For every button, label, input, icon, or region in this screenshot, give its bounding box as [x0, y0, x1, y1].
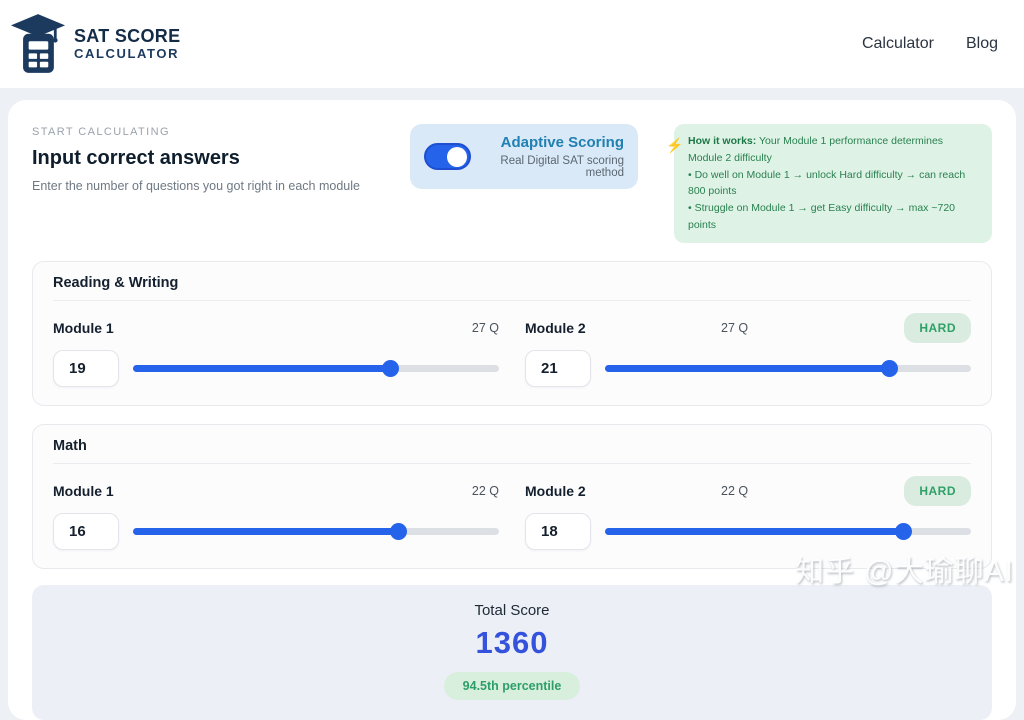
adaptive-scoring-label: Adaptive Scoring: [483, 134, 624, 151]
rw-module-1: Module 1 27 Q: [53, 311, 499, 387]
rw-module-2-input[interactable]: [525, 350, 591, 387]
how-it-works-bullet-2: • Struggle on Module 1 → get Easy diffic…: [688, 200, 980, 234]
section-title: Reading & Writing: [53, 275, 971, 301]
total-score-value: 1360: [32, 625, 992, 661]
percentile-badge: 94.5th percentile: [444, 672, 581, 700]
rw-module-1-input[interactable]: [53, 350, 119, 387]
brand-name: SAT SCORE: [74, 27, 180, 47]
main-nav: Calculator Blog: [862, 35, 998, 53]
slider-track: [605, 365, 971, 372]
rw-module-2: Module 2 27 Q HARD: [525, 311, 971, 387]
slider-fill: [605, 528, 904, 535]
slider-thumb[interactable]: [382, 360, 399, 377]
rw-module-2-slider[interactable]: [605, 359, 971, 377]
adaptive-scoring-sublabel: Real Digital SAT scoring method: [483, 155, 624, 179]
math-module-2-input[interactable]: [525, 513, 591, 550]
slider-track: [605, 528, 971, 535]
slider-thumb[interactable]: [895, 523, 912, 540]
eyebrow-label: START CALCULATING: [32, 126, 374, 138]
question-count: 22 Q: [472, 484, 499, 498]
difficulty-badge: HARD: [904, 313, 971, 343]
difficulty-badge: HARD: [904, 476, 971, 506]
math-module-1: Module 1 22 Q: [53, 474, 499, 550]
section-math: Math Module 1 22 Q Module 2 22: [32, 424, 992, 569]
adaptive-scoring-box: Adaptive Scoring Real Digital SAT scorin…: [410, 124, 638, 189]
module-label: Module 1: [53, 320, 114, 336]
how-it-works-bullet-1: • Do well on Module 1 → unlock Hard diff…: [688, 167, 980, 201]
question-count: 27 Q: [721, 321, 748, 335]
brand-subtitle: CALCULATOR: [74, 47, 180, 61]
slider-fill: [605, 365, 890, 372]
math-module-2: Module 2 22 Q HARD: [525, 474, 971, 550]
lightning-icon: ⚡: [666, 134, 683, 156]
top-header: SAT SCORE CALCULATOR Calculator Blog: [0, 0, 1024, 88]
module-label: Module 2: [525, 483, 586, 499]
slider-track: [133, 365, 499, 372]
question-count: 22 Q: [721, 484, 748, 498]
page-subtitle: Enter the number of questions you got ri…: [32, 179, 374, 193]
math-module-1-input[interactable]: [53, 513, 119, 550]
math-module-2-slider[interactable]: [605, 522, 971, 540]
nav-blog[interactable]: Blog: [966, 35, 998, 53]
calculator-grad-cap-icon: [10, 13, 66, 75]
total-score-panel: Total Score 1360 94.5th percentile: [32, 585, 992, 720]
rw-module-1-slider[interactable]: [133, 359, 499, 377]
nav-calculator[interactable]: Calculator: [862, 35, 934, 53]
slider-fill: [133, 365, 391, 372]
how-it-works-heading: How it works:: [688, 135, 756, 147]
slider-fill: [133, 528, 399, 535]
calculator-panel: START CALCULATING Input correct answers …: [8, 100, 1016, 720]
toggle-knob: [447, 147, 467, 167]
slider-thumb[interactable]: [390, 523, 407, 540]
total-score-label: Total Score: [32, 602, 992, 619]
question-count: 27 Q: [472, 321, 499, 335]
how-it-works-box: ⚡ How it works: Your Module 1 performanc…: [674, 124, 992, 243]
section-title: Math: [53, 438, 971, 464]
math-module-1-slider[interactable]: [133, 522, 499, 540]
slider-thumb[interactable]: [881, 360, 898, 377]
brand-logo[interactable]: SAT SCORE CALCULATOR: [10, 13, 180, 75]
module-label: Module 1: [53, 483, 114, 499]
module-label: Module 2: [525, 320, 586, 336]
adaptive-scoring-toggle[interactable]: [424, 143, 471, 170]
slider-track: [133, 528, 499, 535]
section-reading-writing: Reading & Writing Module 1 27 Q Module 2: [32, 261, 992, 406]
page-title: Input correct answers: [32, 147, 374, 170]
